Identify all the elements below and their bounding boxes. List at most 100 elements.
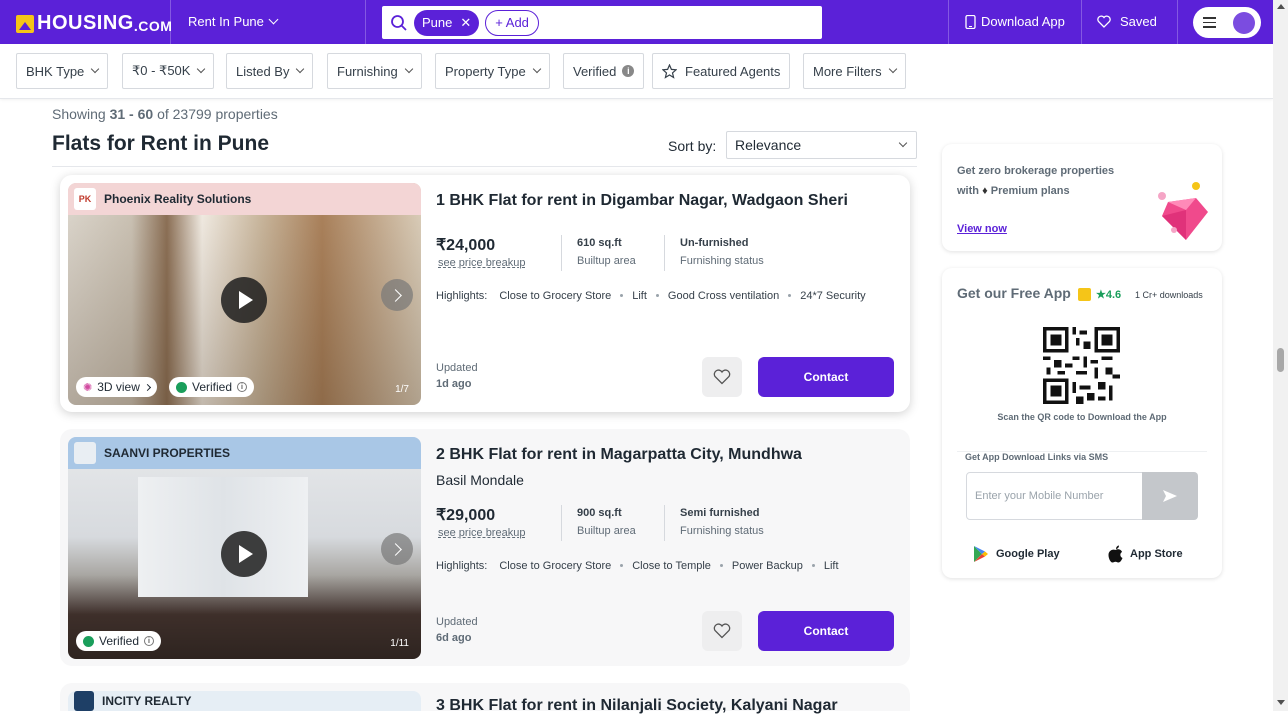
chevron-right-icon [388, 288, 402, 302]
send-sms-button[interactable] [1142, 472, 1198, 520]
next-photo-button[interactable] [381, 533, 413, 565]
qr-caption: Scan the QR code to Download the App [997, 412, 1167, 422]
filter-bhk-type[interactable]: BHK Type [16, 53, 109, 89]
verified-badge: Verified i [169, 377, 255, 397]
contact-button[interactable]: Contact [758, 357, 894, 397]
mobile-number-input[interactable]: Enter your Mobile Number [966, 472, 1143, 520]
listing-title[interactable]: 2 BHK Flat for rent in Magarpatta City, … [436, 446, 802, 464]
filter-label: BHK Type [26, 63, 85, 79]
top-header: HOUSING .COM Rent In Pune Pune ✕ + Add Do… [0, 0, 1273, 44]
add-location-button[interactable]: + Add [485, 9, 539, 36]
app-downloads: 1 Cr+ downloads [1135, 290, 1203, 300]
filter-verified[interactable]: Verified i [563, 53, 645, 89]
stat-divider [561, 235, 562, 271]
highlight-item: Lift [632, 290, 647, 302]
filter-furnishing[interactable]: Furnishing [327, 53, 422, 89]
agent-logo: PK [74, 188, 96, 210]
listing-photo[interactable]: SAANVI PROPERTIES Verified i 1/11 [68, 437, 421, 659]
header-divider [365, 0, 366, 44]
saved-button[interactable]: Saved [1097, 14, 1157, 29]
results-count: Showing 31 - 60 of 23799 properties [52, 106, 278, 122]
filter-featured-agents[interactable]: Featured Agents [652, 53, 791, 89]
rent-city-dropdown[interactable]: Rent In Pune [188, 14, 279, 29]
filter-bar: BHK Type ₹0 - ₹50K Listed By Furnishing … [0, 44, 1273, 99]
updated-label: Updated [436, 616, 478, 628]
search-chip-pune[interactable]: Pune ✕ [414, 9, 480, 36]
furnishing-value: Semi furnished [680, 507, 760, 519]
area-label: Builtup area [577, 255, 636, 267]
filter-label: Furnishing [337, 63, 398, 79]
scroll-up-icon[interactable] [1277, 4, 1285, 9]
listing-card[interactable]: PK Phoenix Reality Solutions ✺ 3D view V… [60, 175, 910, 412]
heart-icon [713, 623, 731, 639]
promo-text: Get zero brokerage properties with ♦ Pre… [957, 161, 1114, 201]
play-icon [239, 545, 253, 563]
download-app-button[interactable]: Download App [965, 14, 1065, 29]
shortlist-button[interactable] [702, 357, 742, 397]
google-play-icon [974, 546, 988, 562]
shortlist-button[interactable] [702, 611, 742, 651]
chevron-right-icon [143, 383, 151, 391]
search-bar[interactable]: Pune ✕ + Add [382, 6, 822, 39]
filter-budget[interactable]: ₹0 - ₹50K [122, 53, 215, 89]
filter-more-filters[interactable]: More Filters [803, 53, 906, 89]
header-divider [170, 0, 171, 44]
play-video-button[interactable] [221, 277, 267, 323]
sort-dropdown[interactable]: Relevance [726, 131, 917, 159]
contact-button[interactable]: Contact [758, 611, 894, 651]
play-icon [239, 291, 253, 309]
page-scrollbar[interactable] [1273, 0, 1288, 711]
3d-view-badge[interactable]: ✺ 3D view [76, 377, 157, 397]
highlights-label: Highlights: [436, 290, 488, 302]
filter-listed-by[interactable]: Listed By [226, 53, 314, 89]
updated-value: 1d ago [436, 378, 472, 390]
scroll-down-icon[interactable] [1277, 700, 1285, 705]
price-breakup-link[interactable]: see price breakup [438, 527, 525, 539]
listing-card[interactable]: INCITY REALTY 3 BHK Flat for rent in Nil… [60, 683, 910, 714]
verified-label: Verified [99, 634, 140, 648]
apple-icon [1108, 545, 1123, 563]
updated-value: 6d ago [436, 632, 472, 644]
info-icon: i [622, 65, 635, 77]
play-video-button[interactable] [221, 531, 267, 577]
hamburger-icon [1203, 17, 1216, 28]
agent-strip: SAANVI PROPERTIES [68, 437, 421, 469]
sms-label: Get App Download Links via SMS [965, 452, 1109, 462]
close-icon[interactable]: ✕ [460, 16, 471, 29]
housing-logo[interactable]: HOUSING .COM [16, 12, 172, 35]
photo-counter: 1/7 [395, 384, 409, 395]
header-divider [1081, 0, 1082, 44]
verified-check-icon [83, 635, 94, 647]
logo-text: HOUSING [37, 12, 134, 34]
updated-label: Updated [436, 362, 478, 374]
premium-promo-card[interactable]: Get zero brokerage properties with ♦ Pre… [942, 144, 1222, 251]
header-divider [1177, 0, 1178, 44]
price-breakup-link[interactable]: see price breakup [438, 257, 525, 269]
listing-title[interactable]: 1 BHK Flat for rent in Digambar Nagar, W… [436, 192, 848, 210]
title-divider [52, 166, 917, 167]
chevron-down-icon [898, 138, 908, 148]
highlight-item: Lift [823, 560, 839, 572]
next-photo-button[interactable] [381, 279, 413, 311]
highlights-label: Highlights: [436, 560, 488, 572]
highlights: Highlights: Close to Grocery Store Lift Goo… [436, 288, 886, 305]
app-store-button[interactable]: App Store [1108, 545, 1183, 563]
listing-title[interactable]: 3 BHK Flat for rent in Nilanjali Society… [436, 697, 838, 715]
area-value: 610 sq.ft [577, 237, 622, 249]
view-now-link[interactable]: View now [957, 223, 1007, 235]
highlight-item: Close to Grocery Store [499, 560, 612, 572]
app-rating-value: 4.6 [1105, 289, 1122, 301]
chevron-down-icon [91, 64, 100, 74]
header-divider [948, 0, 949, 44]
filter-property-type[interactable]: Property Type [435, 53, 550, 89]
listing-card[interactable]: SAANVI PROPERTIES Verified i 1/11 2 BHK … [60, 429, 910, 666]
filter-label: Featured Agents [685, 63, 781, 79]
promo-line: with [957, 185, 979, 197]
google-play-button[interactable]: Google Play [973, 545, 1060, 563]
agent-logo-icon [74, 691, 94, 711]
profile-menu-button[interactable] [1193, 7, 1261, 38]
scrollbar-thumb[interactable] [1277, 348, 1284, 372]
showing-range: 31 - 60 [109, 106, 154, 122]
city-select-label: Rent In Pune [188, 14, 264, 29]
listing-photo[interactable]: PK Phoenix Reality Solutions ✺ 3D view V… [68, 183, 421, 405]
